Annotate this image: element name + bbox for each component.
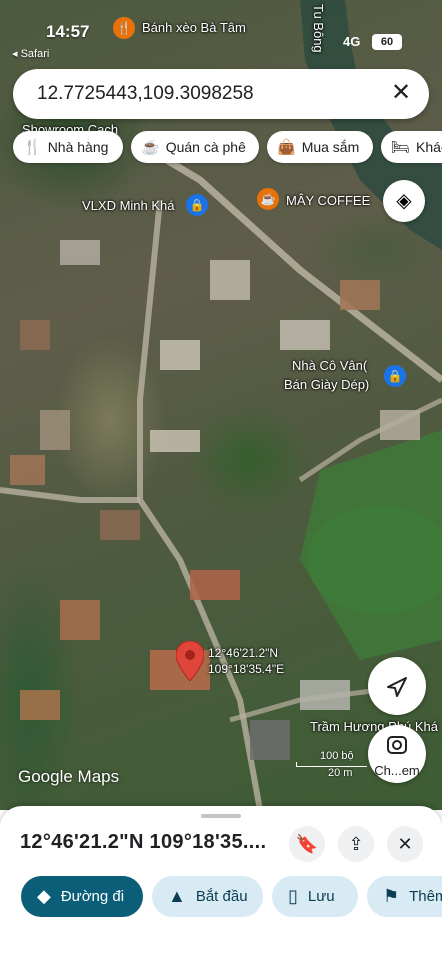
chip-label: Khác [416,139,442,155]
bed-icon: 🛏 [391,139,411,156]
status-bar: 14:57 ◂ Safari 4G 60 [0,10,442,60]
shopping-bag-icon: 👜 [277,139,296,156]
close-sheet-button[interactable]: ✕ [387,826,423,862]
network-label: 4G [343,34,361,49]
shopping-pin-icon[interactable]: 🔒 [186,194,208,216]
save-button[interactable]: ▯ Lưu [272,876,358,917]
search-bar[interactable]: 12.7725443,109.3098258 ✕ [13,69,429,119]
action-label: Thêm [409,888,442,905]
layers-button[interactable]: ◈ [383,180,425,222]
action-label: Lưu [307,888,335,905]
close-icon: ✕ [397,834,413,854]
close-icon[interactable]: ✕ [387,79,415,107]
action-label: Đường đi [60,888,125,905]
chip-label: Mua sắm [301,139,360,155]
chip-shopping[interactable]: 👜 Mua sắm [267,131,373,163]
chip-restaurants[interactable]: 🍴 Nhà hàng [13,131,123,163]
layers-icon: ◈ [396,190,412,212]
drag-handle[interactable] [201,814,241,818]
poi-shop-line1[interactable]: Nhà Cô Vân( [292,358,367,373]
bookmark-icon: ▯ [288,886,298,906]
back-to-safari[interactable]: ◂ Safari [12,47,49,60]
battery-icon: 60 [372,34,402,50]
lens-button[interactable]: Ch...em [368,725,426,783]
google-maps-attribution: Google Maps [18,767,120,786]
flag-icon: ⚑ [383,886,400,906]
place-title: 12°46'21.2"N 109°18'35.... [20,831,267,853]
shopping-pin-icon[interactable]: 🔒 [384,365,406,387]
pin-lng: 109°18'35.4"E [208,662,285,676]
directions-button[interactable]: ◆ Đường đi [21,876,143,917]
fork-knife-icon: 🍴 [23,139,42,156]
satellite-map[interactable]: 🍴 Bánh xèo Bà Tâm Tu Bông Showroom Cach … [0,0,442,810]
directions-icon: ◆ [37,886,51,906]
search-input[interactable]: 12.7725443,109.3098258 [37,83,254,105]
poi-shop-line2[interactable]: Bán Giày Dép) [284,377,369,392]
lens-label: Ch...em [374,763,420,778]
navigation-arrow-icon [387,677,407,697]
add-label-button[interactable]: ⚑ Thêm [367,876,442,917]
action-label: Bắt đầu [195,888,248,905]
coffee-icon: ☕ [141,139,160,156]
share-button[interactable]: ⇪ [338,826,374,862]
chip-label: Nhà hàng [47,139,109,155]
start-button[interactable]: ▲ Bắt đầu [152,876,263,917]
scale-metric: 20 m [328,767,353,779]
poi-coffee[interactable]: MÂY COFFEE [286,193,370,208]
navigation-arrow-icon: ▲ [168,886,186,906]
share-icon: ⇪ [348,834,364,854]
bookmark-icon: 🔖 [295,834,319,854]
bottom-sheet[interactable]: 12°46'21.2"N 109°18'35.... 🔖 ⇪ ✕ ◆ Đường… [0,806,442,960]
category-chips: 🍴 Nhà hàng ☕ Quán cà phê 👜 Mua sắm 🛏 Khá… [0,131,442,165]
chip-label: Quán cà phê [165,139,246,155]
chip-more[interactable]: 🛏 Khác [381,131,442,163]
my-location-button[interactable] [368,657,426,715]
scale-imperial: 100 bộ [320,750,354,762]
chip-cafe[interactable]: ☕ Quán cà phê [131,131,259,163]
dropped-pin-coords: 12°46'21.2"N 109°18'35.4"E [208,645,284,677]
poi-vlxd[interactable]: VLXD Minh Khá [82,198,175,213]
status-time: 14:57 [46,22,90,41]
coffee-pin-icon[interactable]: ☕ [257,188,279,210]
scale-bar: 100 bộ 20 m [296,750,367,779]
camera-search-icon [387,736,407,754]
save-bookmark-button[interactable]: 🔖 [289,826,325,862]
pin-lat: 12°46'21.2"N [208,646,279,660]
